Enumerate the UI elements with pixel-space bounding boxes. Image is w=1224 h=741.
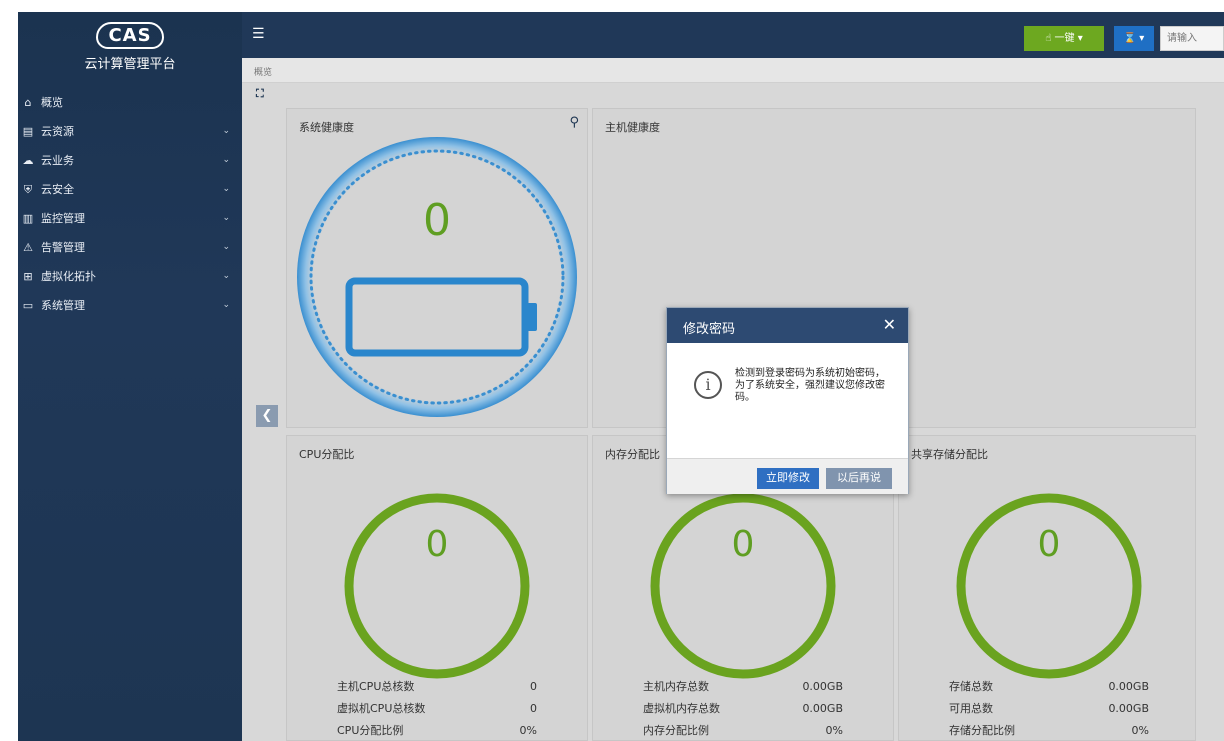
app-root: CAS 云计算管理平台 ⌂ 概览 ▤ 云资源 ⌄ ☁ 云业务 ⌄ ⛨ 云安全 ⌄ ▥ 监控管理 ⌄ ⚠ 告警管… [0, 0, 1224, 741]
close-icon[interactable]: ✕ [883, 315, 896, 334]
dialog-message: 检测到登录密码为系统初始密码，为了系统安全，强烈建议您修改密码。 [735, 368, 885, 403]
info-icon: i [694, 371, 722, 399]
dialog-header: 修改密码 ✕ [667, 308, 908, 343]
dialog-title: 修改密码 [683, 322, 736, 337]
dialog-footer: 立即修改 以后再说 [667, 459, 908, 494]
change-now-button[interactable]: 立即修改 [757, 468, 819, 489]
change-password-dialog: 修改密码 ✕ i 检测到登录密码为系统初始密码，为了系统安全，强烈建议您修改密码… [666, 307, 909, 494]
dialog-body: i 检测到登录密码为系统初始密码，为了系统安全，强烈建议您修改密码。 [667, 343, 908, 459]
modal-overlay: 修改密码 ✕ i 检测到登录密码为系统初始密码，为了系统安全，强烈建议您修改密码… [0, 0, 1224, 741]
later-button[interactable]: 以后再说 [826, 468, 892, 489]
